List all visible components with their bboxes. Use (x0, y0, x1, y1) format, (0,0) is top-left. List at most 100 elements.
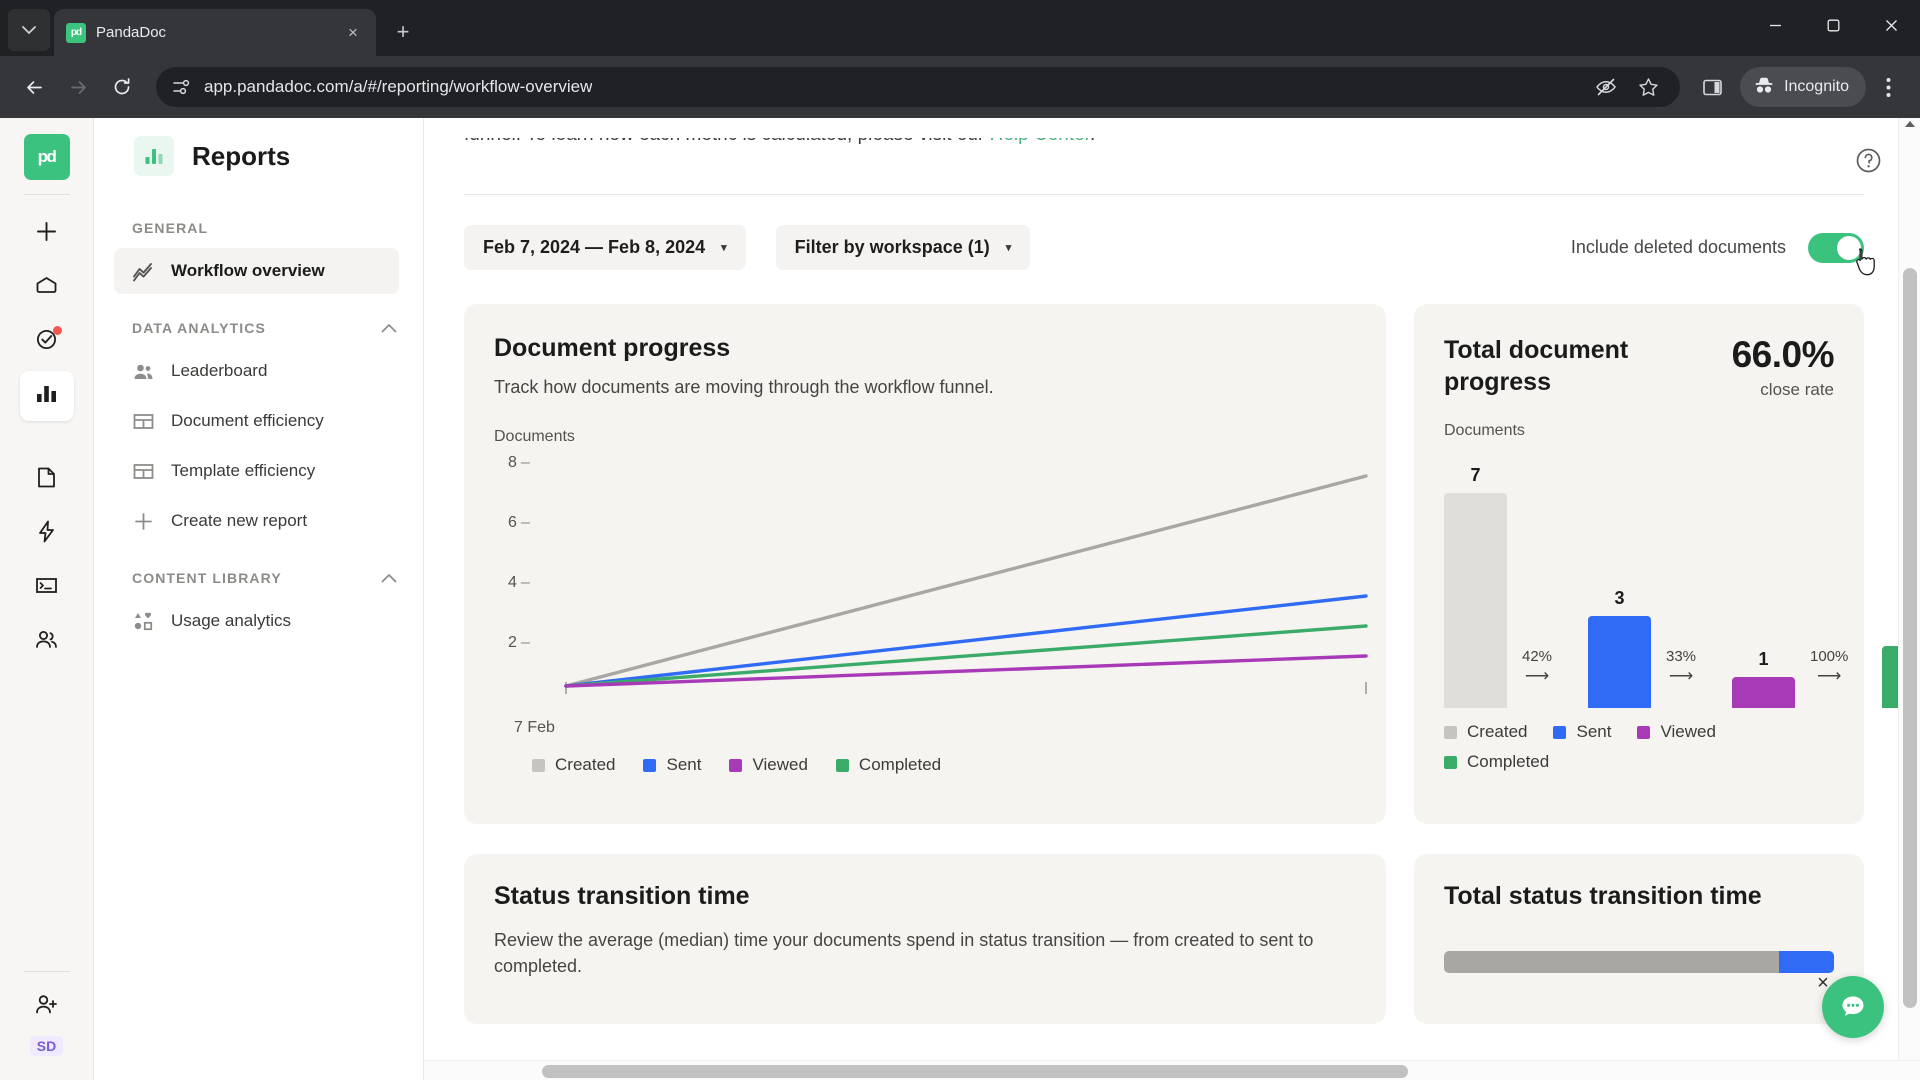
side-panel-icon[interactable] (1694, 69, 1730, 105)
chat-bubble-icon[interactable] (1822, 976, 1884, 1038)
card-subtitle: Track how documents are moving through t… (494, 377, 994, 397)
sidebar-item-template-efficiency[interactable]: Template efficiency (114, 448, 399, 494)
rail-item-automations[interactable] (20, 509, 74, 559)
rail-item-contacts[interactable] (20, 617, 74, 667)
intro-before: funnel. To learn how each metric is calc… (464, 138, 990, 145)
vertical-scrollbar[interactable] (1898, 118, 1920, 1080)
rail-item-create-new[interactable] (20, 209, 74, 259)
address-bar[interactable]: app.pandadoc.com/a/#/reporting/workflow-… (156, 67, 1681, 107)
legend-swatch-completed (1444, 755, 1457, 769)
omnibox-actions (1588, 69, 1666, 105)
people-icon (131, 359, 155, 383)
trend-line-icon (131, 259, 155, 283)
forward-button[interactable] (58, 67, 98, 107)
bar-chart-icon (134, 136, 174, 176)
tracking-protection-icon[interactable] (1588, 69, 1624, 105)
total-status-transition-time-card: Total status transition time (1414, 854, 1864, 1024)
legend-label: Viewed (752, 755, 808, 774)
incognito-label: Incognito (1784, 78, 1849, 95)
bar-viewed (1732, 677, 1795, 708)
bookmark-star-icon[interactable] (1630, 69, 1666, 105)
bar-column-sent[interactable]: 3 (1588, 588, 1651, 708)
sidebar-item-label: Leaderboard (171, 361, 268, 380)
card-title: Status transition time (494, 882, 750, 910)
table-icon (131, 409, 155, 433)
pandadoc-logo[interactable]: pd (23, 134, 70, 180)
incognito-indicator[interactable]: Incognito (1740, 67, 1866, 107)
legend-item[interactable]: Viewed (1637, 722, 1716, 742)
rail-item-invite-user[interactable] (20, 982, 74, 1032)
close-window-button[interactable] (1862, 0, 1920, 50)
main-content: funnel. To learn how each metric is calc… (424, 118, 1920, 1080)
sidebar-item-label: Template efficiency (171, 461, 316, 480)
maximize-button[interactable] (1804, 0, 1862, 50)
nav-section-label: CONTENT LIBRARY (132, 570, 282, 586)
date-range-picker[interactable]: Feb 7, 2024 — Feb 8, 2024 ▾ (464, 225, 746, 270)
back-button[interactable] (14, 67, 54, 107)
legend-item[interactable]: Viewed (729, 755, 808, 775)
vertical-scrollbar-thumb[interactable] (1903, 268, 1917, 1008)
legend-item[interactable]: Completed (835, 755, 941, 775)
nav-section-data-analytics[interactable]: DATA ANALYTICS (94, 320, 423, 336)
help-center-link[interactable]: Help Center (990, 138, 1090, 145)
bar-chart-legend: Created Sent Viewed Completed (1444, 722, 1754, 772)
y-tick-6: 6– (508, 514, 530, 531)
y-axis-title: Documents (1444, 422, 1525, 439)
bar-column-viewed[interactable]: 1 (1732, 649, 1795, 708)
arrow-right-icon: ⟶ (1524, 666, 1550, 685)
total-document-progress-bar-chart: 7 42% ⟶ 3 33% ⟶ 1 100% ⟶ (1444, 458, 1920, 708)
reload-button[interactable] (102, 67, 142, 107)
nav-section-label: DATA ANALYTICS (132, 320, 266, 336)
y-tick-2: 2– (508, 634, 530, 651)
legend-item[interactable]: Sent (1553, 722, 1611, 742)
logo-text: pd (37, 147, 57, 166)
legend-item[interactable]: Created (1444, 722, 1527, 742)
horizontal-scrollbar-thumb[interactable] (542, 1065, 1408, 1078)
legend-label: Sent (1576, 722, 1612, 741)
table-icon (131, 459, 155, 483)
rail-item-forms[interactable] (20, 563, 74, 613)
tab-close-icon[interactable]: × (342, 22, 364, 44)
home-icon (34, 273, 59, 303)
legend-swatch-completed (835, 758, 849, 772)
new-tab-button[interactable]: + (386, 15, 420, 49)
legend-item[interactable]: Completed (1444, 752, 1549, 772)
legend-item[interactable]: Created (532, 755, 615, 775)
nav-section-content-library[interactable]: CONTENT LIBRARY (94, 570, 423, 586)
sidebar-item-document-efficiency[interactable]: Document efficiency (114, 398, 399, 444)
user-avatar[interactable]: SD (29, 1036, 64, 1056)
tasks-badge (52, 326, 62, 335)
filter-bar: Feb 7, 2024 — Feb 8, 2024 ▾ Filter by wo… (464, 225, 1875, 275)
rail-divider (23, 194, 70, 195)
bar-chart-icon (34, 381, 59, 411)
rail-item-documents[interactable] (20, 455, 74, 505)
browser-menu-icon[interactable] (1870, 67, 1906, 107)
sidebar-item-create-new-report[interactable]: Create new report (114, 498, 399, 544)
sidebar-item-usage-analytics[interactable]: Usage analytics (114, 598, 399, 644)
browser-tab[interactable]: pd PandaDoc × (54, 9, 376, 56)
conversion-percent: 42% (1522, 648, 1553, 665)
chevron-up-icon[interactable] (381, 570, 397, 586)
close-rate-value: 66.0% (1731, 334, 1835, 375)
arrow-right-icon: ⟶ (1668, 666, 1694, 685)
mouse-cursor (1854, 247, 1880, 277)
minimize-button[interactable] (1746, 0, 1804, 50)
scroll-up-arrow-icon[interactable] (1905, 121, 1915, 127)
chevron-down-icon: ▾ (721, 242, 727, 254)
include-deleted-control: Include deleted documents (1571, 232, 1875, 275)
legend-item[interactable]: Sent (643, 755, 701, 775)
workspace-filter[interactable]: Filter by workspace (1) ▾ (775, 225, 1031, 270)
rail-item-tasks[interactable] (20, 317, 74, 367)
card-title: Document progress (494, 334, 731, 362)
tab-search-button[interactable] (8, 9, 50, 51)
rail-item-home[interactable] (20, 263, 74, 313)
intro-after: . (1090, 138, 1095, 145)
chevron-up-icon[interactable] (381, 320, 397, 336)
bar-column-created[interactable]: 7 (1444, 465, 1507, 708)
rail-item-reports[interactable] (19, 371, 74, 421)
sidebar-item-workflow-overview[interactable]: Workflow overview (114, 248, 399, 294)
horizontal-scrollbar[interactable] (424, 1060, 1920, 1080)
conversion-sent-to-viewed: 33% ⟶ (1666, 648, 1696, 684)
sidebar-item-leaderboard[interactable]: Leaderboard (114, 348, 399, 394)
site-settings-icon[interactable] (170, 69, 192, 105)
